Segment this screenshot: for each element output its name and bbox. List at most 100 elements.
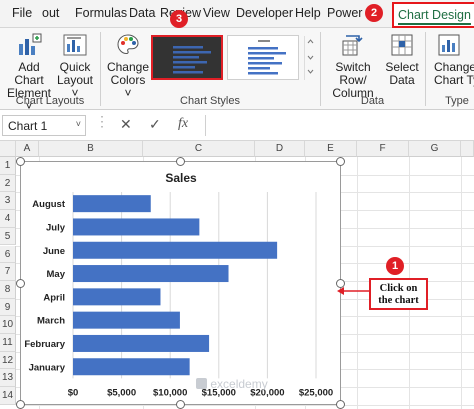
tab-view[interactable]: View (203, 6, 230, 20)
step-badge-3: 3 (170, 10, 188, 28)
formula-input[interactable] (205, 115, 474, 136)
watermark-logo-icon (196, 378, 207, 389)
quick-layout-icon (62, 32, 88, 58)
resize-handle-left[interactable] (16, 279, 25, 288)
style-gallery-scroll[interactable] (304, 36, 315, 80)
x-tick-label: $5,000 (107, 387, 136, 398)
resize-handle-bottom-left[interactable] (16, 400, 25, 409)
switch-row-column-button[interactable]: Switch Row/ Column (325, 32, 381, 100)
row-header-7[interactable]: 7 (0, 263, 16, 281)
column-header-e[interactable]: E (305, 141, 357, 157)
x-tick-label: $10,000 (153, 387, 187, 398)
enter-icon[interactable]: ✓ (149, 116, 161, 133)
column-header-f[interactable]: F (357, 141, 409, 157)
quick-layout-button[interactable]: Quick Layout ˅ (56, 32, 94, 100)
column-header-c[interactable]: C (143, 141, 255, 157)
name-box[interactable]: Chart 1 ˅ (2, 115, 86, 136)
row-header-6[interactable]: 6 (0, 245, 16, 264)
chart-title: Sales (165, 171, 197, 185)
select-data-label-2: Data (389, 73, 415, 87)
cancel-icon[interactable]: ✕ (120, 116, 132, 133)
column-header-b[interactable]: B (39, 141, 143, 157)
tab-data[interactable]: Data (129, 6, 155, 20)
callout-line-1: Click on (379, 283, 418, 294)
group-label-chart-styles: Chart Styles (180, 95, 240, 107)
category-label: January (29, 362, 66, 373)
column-header-a[interactable]: A (16, 141, 39, 157)
tab-chart-design[interactable]: Chart Design (392, 2, 474, 28)
watermark: exceldemy (196, 377, 268, 391)
bar-may[interactable] (73, 265, 229, 283)
tab-formulas[interactable]: Formulas (75, 6, 127, 20)
resize-handle-bottom-right[interactable] (336, 400, 345, 409)
row-header-5[interactable]: 5 (0, 227, 16, 246)
row-header-11[interactable]: 11 (0, 334, 16, 352)
select-data-icon (389, 32, 415, 58)
click-chart-callout: Click on the chart (369, 278, 428, 310)
resize-handle-top-left[interactable] (16, 157, 25, 166)
bar-chart: Sales August July June May April March Februar… (24, 171, 333, 398)
x-tick-label: $0 (68, 387, 79, 398)
step-badge-2: 2 (365, 4, 383, 22)
palette-icon (115, 32, 141, 58)
tab-file[interactable]: File (12, 6, 32, 20)
resize-handle-top[interactable] (176, 157, 185, 166)
row-header-9[interactable]: 9 (0, 298, 16, 317)
row-header-4[interactable]: 4 (0, 210, 16, 228)
category-label: February (24, 339, 65, 350)
row-header-13[interactable]: 13 (0, 369, 16, 388)
row-header-10[interactable]: 10 (0, 316, 16, 334)
add-chart-element-icon (16, 32, 42, 58)
bar-june[interactable] (73, 241, 278, 259)
bar-july[interactable] (73, 218, 200, 236)
column-header-d[interactable]: D (255, 141, 305, 157)
bar-august[interactable] (73, 195, 151, 213)
row-header-12[interactable]: 12 (0, 351, 16, 370)
change-colors-label-2: Colors ˅ (110, 73, 146, 100)
change-chart-type-icon (436, 32, 462, 58)
group-separator (320, 32, 321, 106)
category-label: May (47, 269, 66, 280)
tab-help[interactable]: Help (295, 6, 321, 20)
column-header-g[interactable]: G (409, 141, 461, 157)
name-box-dropdown-icon[interactable]: ˅ (76, 119, 81, 129)
category-label: August (32, 199, 66, 210)
column-header-partial[interactable] (461, 141, 474, 157)
formula-bar: Chart 1 ˅ ⋮ ✕ ✓ fx (0, 111, 474, 141)
resize-handle-bottom[interactable] (176, 400, 185, 409)
chart-style-light-thumbnail[interactable] (227, 35, 299, 80)
bar-january[interactable] (73, 358, 190, 376)
tab-chart-design-label: Chart Design (398, 8, 471, 22)
chart-object[interactable]: Sales August July June May April March Februar… (20, 161, 341, 405)
watermark-text: exceldemy (210, 377, 268, 391)
select-data-button[interactable]: Select Data (384, 32, 420, 87)
resize-handle-top-right[interactable] (336, 157, 345, 166)
bar-february[interactable] (73, 334, 210, 352)
row-header-14[interactable]: 14 (0, 387, 16, 405)
x-tick-label: $25,000 (299, 387, 333, 398)
category-label: July (46, 222, 66, 233)
group-label-type: Type (445, 95, 469, 107)
tab-developer[interactable]: Developer (236, 6, 293, 20)
bar-april[interactable] (73, 288, 161, 306)
bar-march[interactable] (73, 311, 180, 329)
insert-function-icon[interactable]: fx (178, 116, 188, 132)
change-chart-type-label-2: Chart Typ (434, 73, 474, 87)
callout-line-2: the chart (378, 295, 419, 306)
change-colors-button[interactable]: Change Colors ˅ (106, 32, 150, 100)
tab-page-layout[interactable]: out (42, 6, 59, 20)
chart-style-dark-thumbnail[interactable] (151, 35, 223, 80)
change-chart-type-button[interactable]: Change Chart Typ (430, 32, 474, 87)
grid-line (461, 157, 462, 409)
ribbon: Add Chart Element ˅ Quick Layout ˅ Chang… (0, 28, 474, 113)
switch-row-column-label-1: Switch Row/ (335, 60, 371, 87)
select-all-corner[interactable] (0, 141, 16, 157)
group-separator (100, 32, 101, 106)
formula-bar-grip-icon: ⋮ (95, 113, 109, 129)
row-header-8[interactable]: 8 (0, 280, 16, 299)
row-header-3[interactable]: 3 (0, 192, 16, 211)
row-header-2[interactable]: 2 (0, 174, 16, 193)
category-label: April (43, 292, 65, 303)
category-label: June (43, 246, 65, 257)
row-header-1[interactable]: 1 (0, 157, 16, 175)
